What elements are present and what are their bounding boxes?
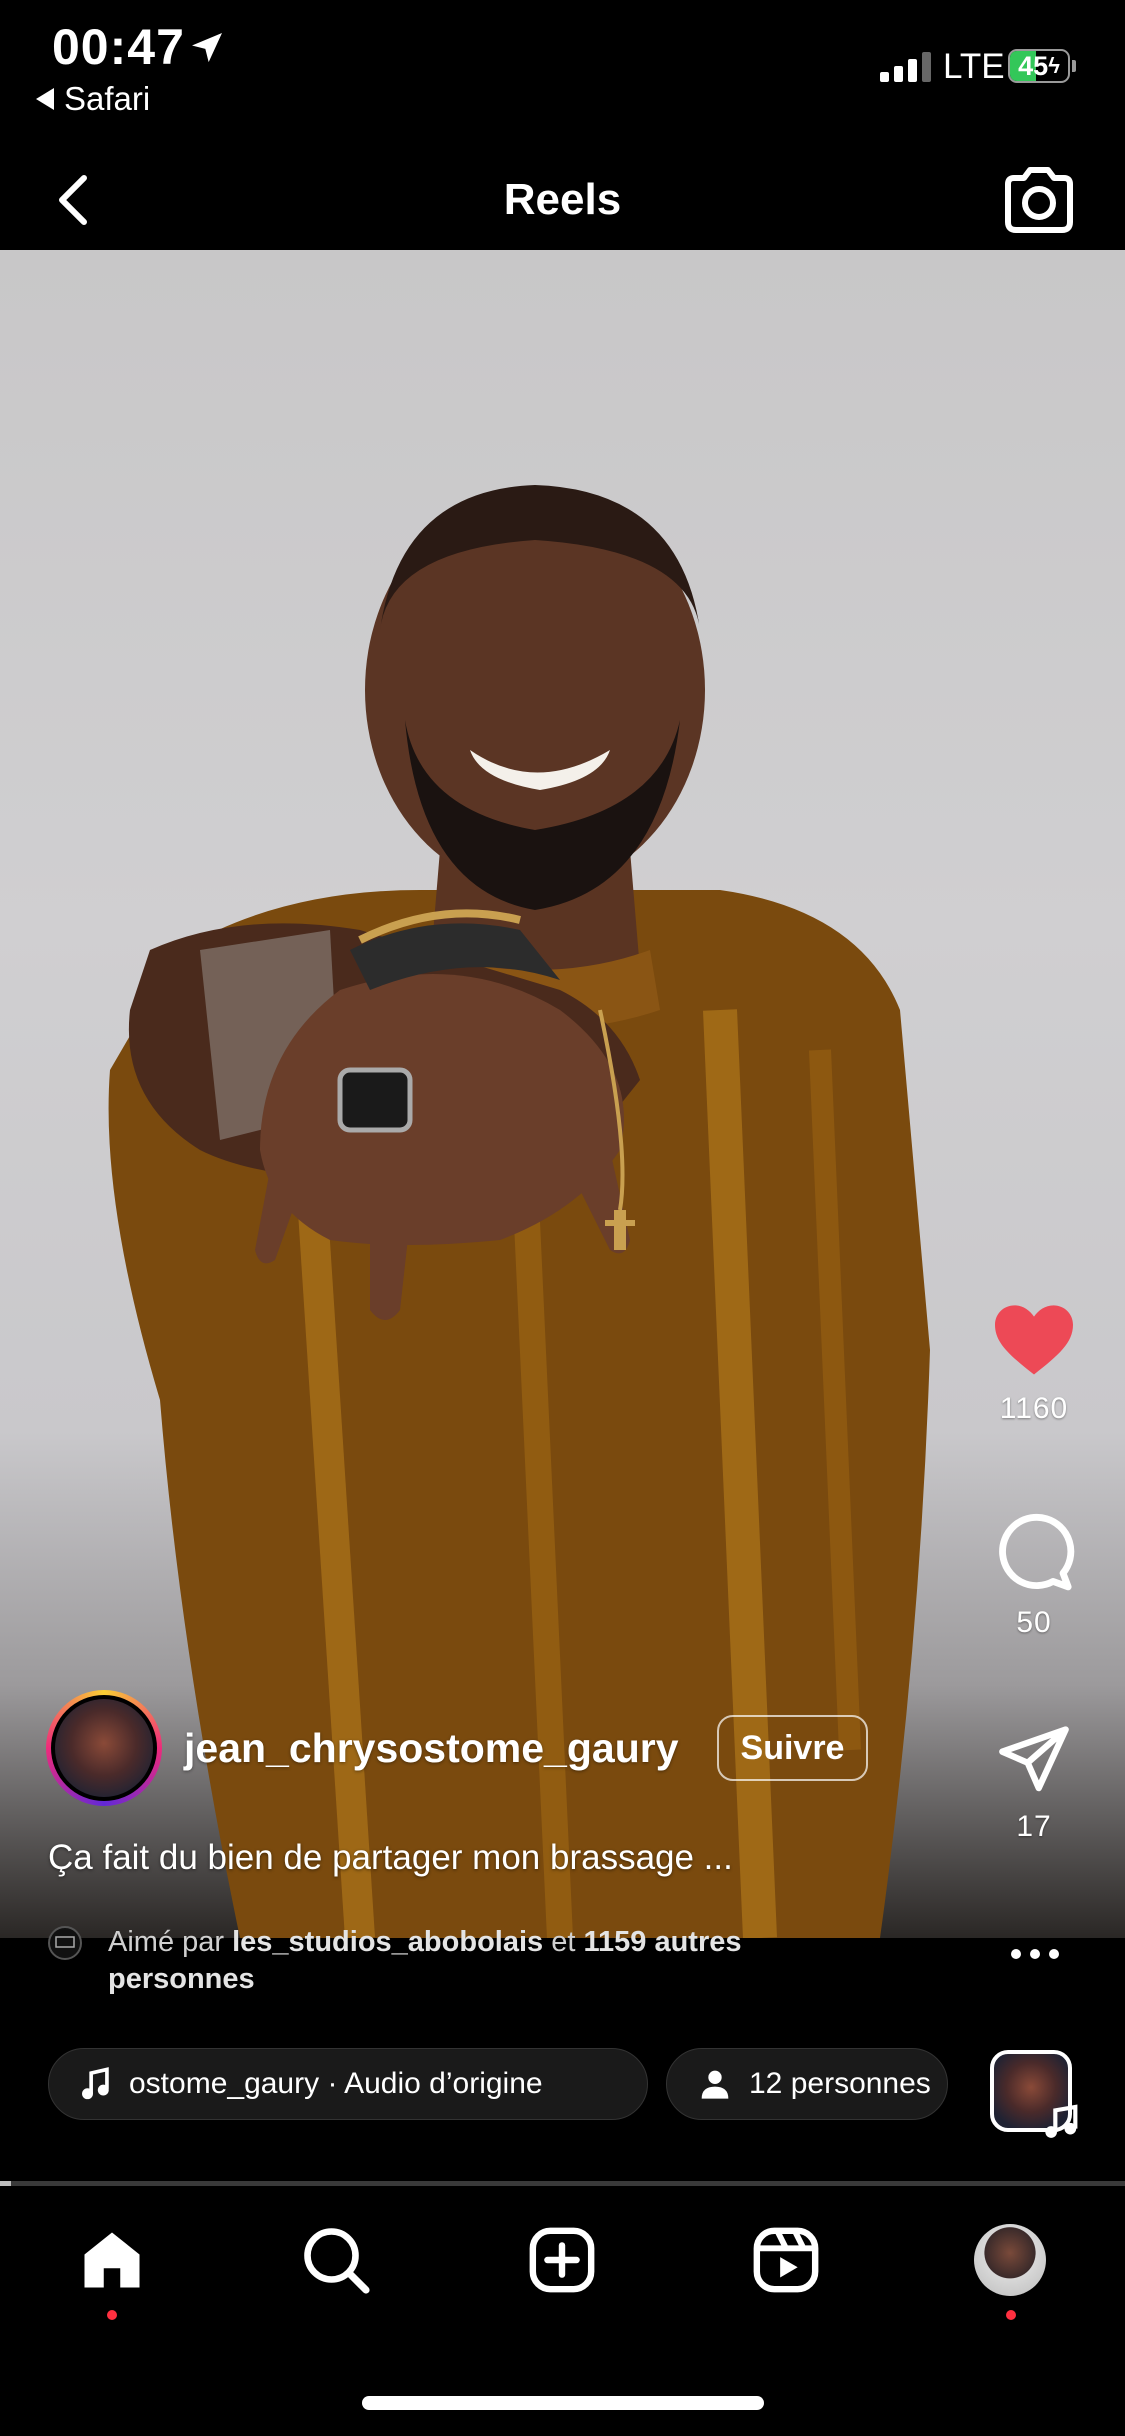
profile-notification-dot [1006, 2310, 1016, 2320]
music-note-icon [82, 2067, 109, 2100]
battery-icon: 45 ϟ [1008, 49, 1070, 83]
reel-caption[interactable]: Ça fait du bien de partager mon brassage… [48, 1838, 733, 1878]
clock: 00:47 [52, 19, 185, 75]
cellular-signal-icon [880, 52, 931, 82]
author-username[interactable]: jean_chrysostome_gaury [184, 1725, 679, 1772]
heart-filled-icon[interactable] [991, 1300, 1077, 1378]
send-paper-plane-icon[interactable] [994, 1720, 1074, 1796]
share-action[interactable]: 17 [980, 1720, 1088, 1844]
reels-header: Reels [0, 150, 1125, 250]
liked-by-suffix[interactable]: personnes [108, 1963, 255, 1995]
nav-create[interactable] [522, 2220, 602, 2300]
comment-action[interactable]: 50 [980, 1510, 1088, 1640]
create-plus-icon [529, 2227, 595, 2293]
author-avatar[interactable] [46, 1690, 162, 1806]
people-label: 12 personnes [749, 2067, 931, 2100]
nav-reels[interactable] [746, 2220, 826, 2300]
liked-by-prefix: Aimé par [108, 1926, 225, 1958]
share-count: 17 [1016, 1810, 1052, 1843]
music-note-badge-icon [1045, 2104, 1078, 2138]
home-indicator[interactable] [362, 2396, 764, 2410]
bottom-nav [0, 2190, 1125, 2370]
nav-search[interactable] [296, 2220, 376, 2300]
people-pill[interactable]: 12 personnes [666, 2048, 948, 2120]
battery-tip [1072, 60, 1076, 72]
reels-icon [753, 2227, 819, 2293]
liker-avatar-icon [48, 1926, 82, 1960]
liked-by-text: Aimé par les_studios_abobolais et 1159 a… [108, 1924, 741, 1998]
audio-pill[interactable]: ostome_gaury · Audio d’origine [48, 2048, 648, 2120]
status-bar: 00:47 Safari LTE 45 ϟ [0, 0, 1125, 150]
back-app-label: Safari [64, 80, 151, 117]
comment-count: 50 [1016, 1606, 1052, 1639]
reel-video[interactable] [0, 250, 1125, 1938]
camera-icon[interactable] [1000, 164, 1078, 236]
location-arrow-icon [192, 33, 222, 63]
video-progress-bar[interactable] [0, 2181, 1125, 2186]
home-notification-dot [107, 2310, 117, 2320]
video-progress-fill [0, 2181, 12, 2186]
audio-label: ostome_gaury · Audio d’origine [129, 2067, 543, 2100]
person-icon [701, 2070, 729, 2099]
network-type: LTE [943, 47, 1005, 86]
profile-avatar [974, 2224, 1046, 2296]
follow-button[interactable]: Suivre [716, 1715, 869, 1781]
back-triangle-icon [36, 88, 54, 110]
video-frame [108, 485, 931, 1938]
comment-bubble-icon[interactable] [991, 1510, 1077, 1592]
battery-percent: 45 [1018, 50, 1049, 81]
nav-profile[interactable] [970, 2220, 1050, 2300]
home-icon [84, 2232, 140, 2288]
author-row: jean_chrysostome_gaury Suivre [46, 1690, 869, 1806]
search-icon [304, 2228, 370, 2294]
liked-by-others[interactable]: 1159 autres [583, 1926, 741, 1958]
back-to-app[interactable]: Safari [36, 80, 150, 118]
page-title: Reels [503, 175, 622, 224]
like-count: 1160 [999, 1392, 1069, 1425]
like-action[interactable]: 1160 [980, 1300, 1088, 1426]
audio-thumbnail[interactable] [990, 2050, 1078, 2138]
more-options-icon[interactable] [1010, 1948, 1060, 1960]
liked-by-user[interactable]: les_studios_abobolais [232, 1926, 543, 1958]
liked-by-connector: et [551, 1926, 576, 1958]
liked-by[interactable]: Aimé par les_studios_abobolais et 1159 a… [48, 1924, 948, 1998]
nav-home[interactable] [72, 2220, 152, 2300]
